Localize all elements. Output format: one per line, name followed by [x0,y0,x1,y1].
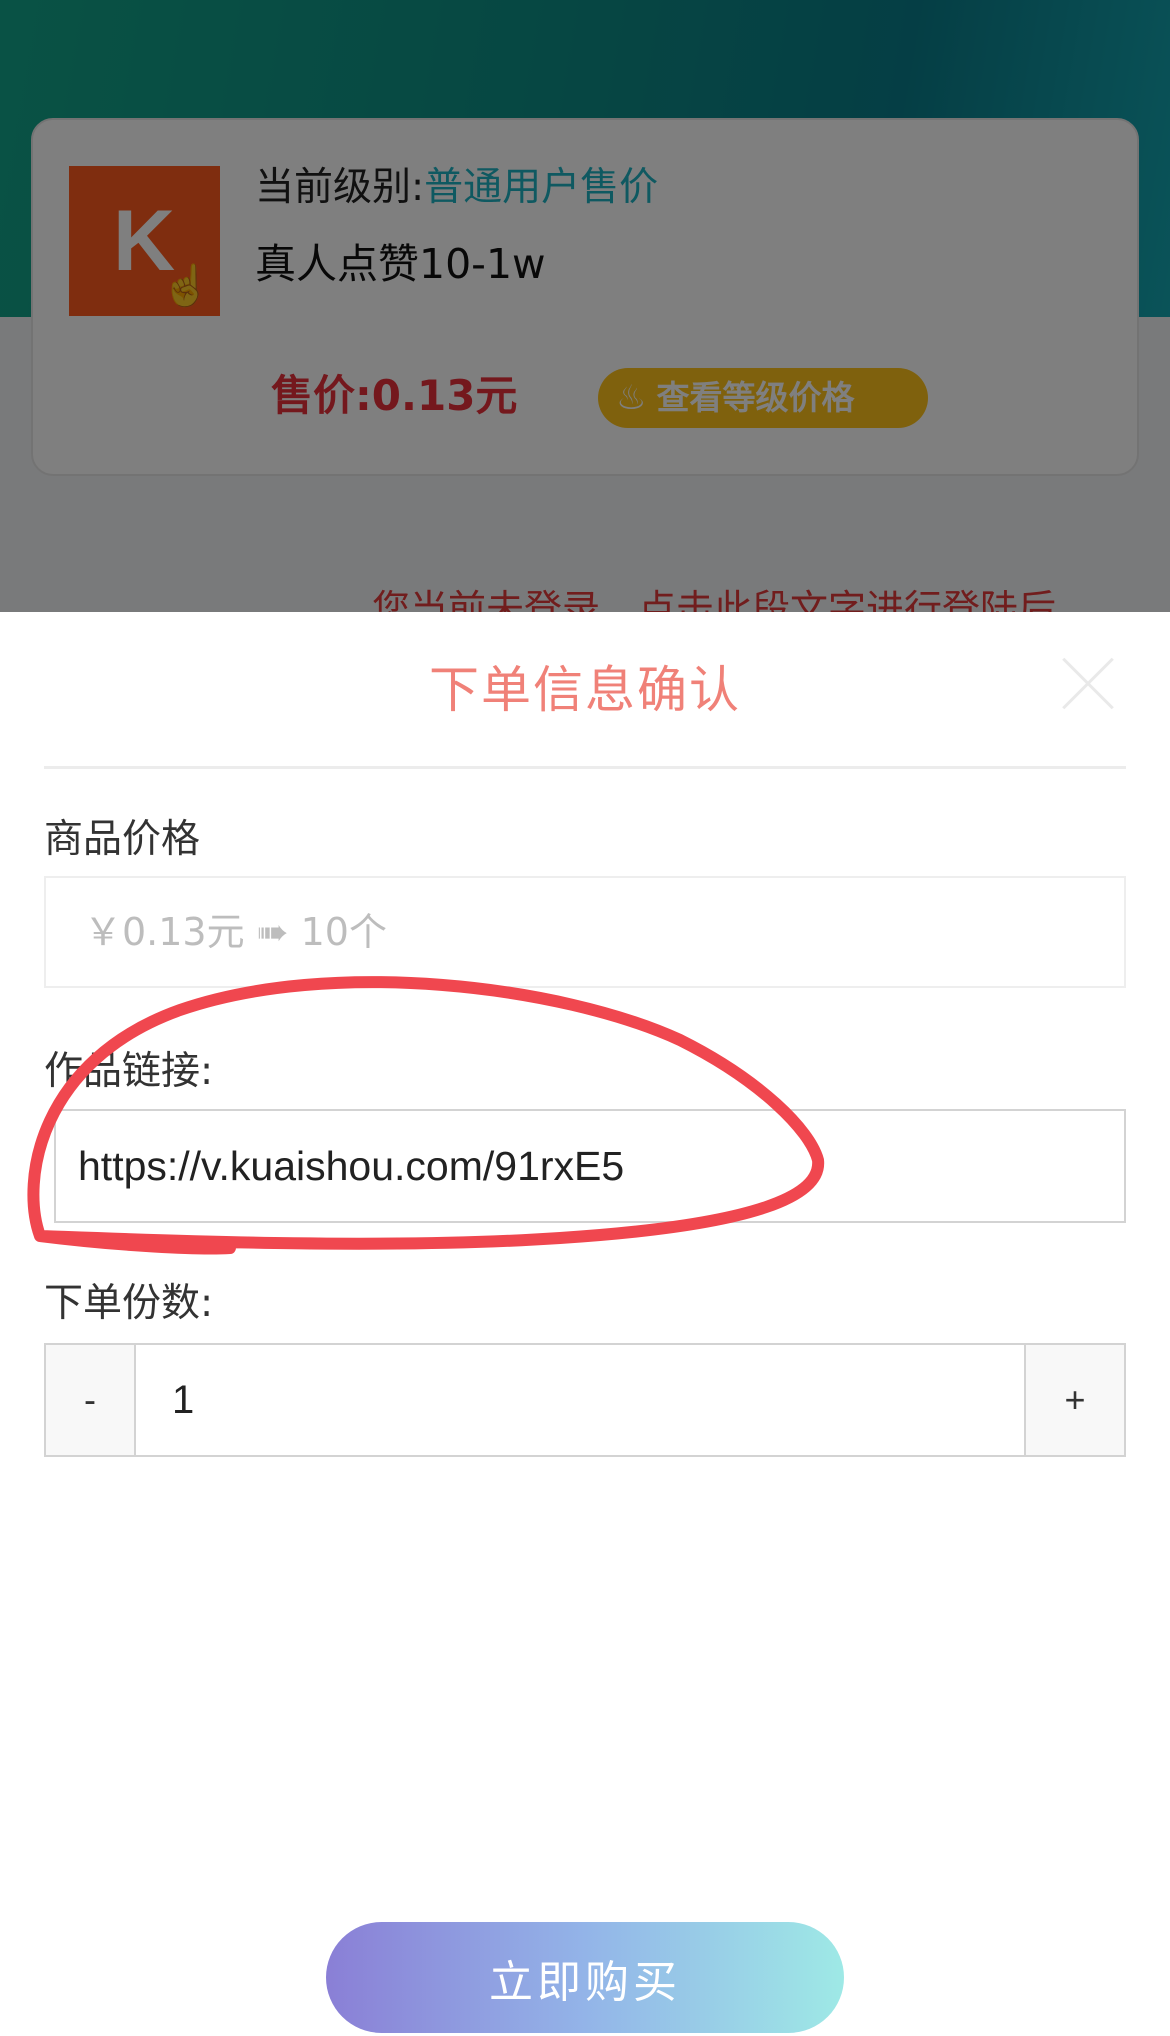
modal-title: 下单信息确认 [429,661,741,719]
title-divider [44,766,1126,769]
buy-now-button[interactable]: 立即购买 [326,1922,844,2033]
modal-overlay[interactable] [0,0,1170,612]
quantity-plus-button[interactable]: + [1024,1343,1126,1457]
quantity-label: 下单份数: [44,1281,214,1326]
quantity-minus-button[interactable]: - [44,1343,136,1457]
price-label: 商品价格 [44,817,201,862]
quantity-stepper: - + [44,1343,1126,1457]
price-display: ￥0.13元 ➠ 10个 [44,876,1126,988]
close-icon[interactable] [1058,654,1116,712]
quantity-input[interactable] [136,1343,1024,1457]
link-input[interactable] [54,1109,1126,1223]
link-label: 作品链接: [44,1049,214,1094]
order-confirm-modal: 下单信息确认 商品价格 ￥0.13元 ➠ 10个 作品链接: 下单份数: - +… [0,612,1170,2036]
